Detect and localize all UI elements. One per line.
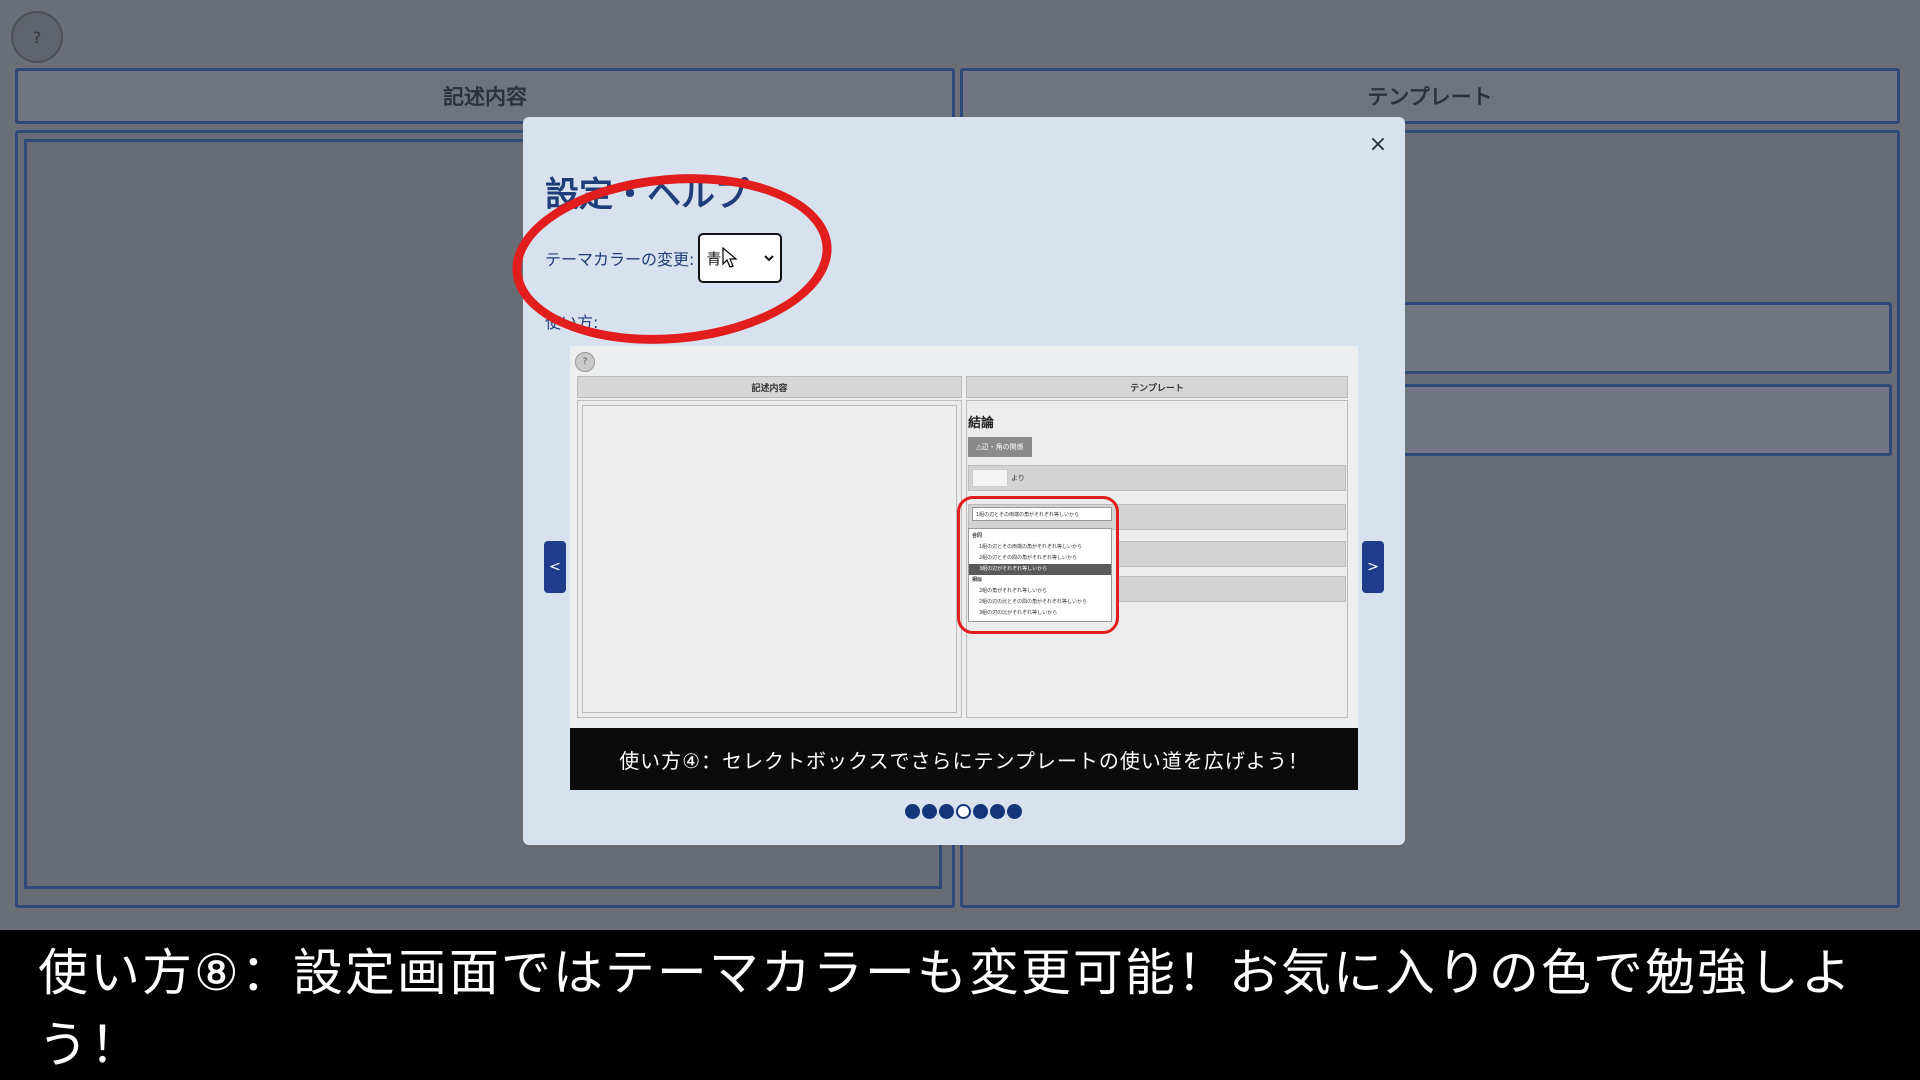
slide-tab-template: テンプレート [966, 376, 1348, 398]
template-field-1[interactable] [1400, 302, 1892, 374]
slide-tab-description: 記述内容 [577, 376, 962, 398]
mouse-cursor-icon [722, 247, 738, 268]
slide-highlight-rect [957, 496, 1119, 634]
slide-yori-text: より [1011, 474, 1025, 482]
slide-button: △辺・角の関係 [968, 437, 1032, 457]
slide-description-panel [577, 400, 962, 718]
template-field-2[interactable] [1400, 384, 1892, 456]
close-icon[interactable]: × [1363, 129, 1393, 159]
slide-dot[interactable] [990, 804, 1005, 819]
tab-template[interactable]: テンプレート [960, 68, 1900, 124]
prev-slide-button[interactable]: < [544, 541, 566, 593]
slide-dot[interactable] [956, 804, 971, 819]
slide-field [1116, 541, 1346, 567]
slide-dot[interactable] [1007, 804, 1022, 819]
slide-caption: 使い方④：セレクトボックスでさらにテンプレートの使い道を広げよう！ [570, 728, 1358, 790]
slide-dot[interactable] [922, 804, 937, 819]
slide-dot[interactable] [905, 804, 920, 819]
slide-input-box [972, 469, 1008, 487]
video-subtitle: 使い方⑧：設定画面ではテーマカラーも変更可能！お気に入りの色で勉強しよう！ [0, 930, 1920, 1080]
help-button[interactable]: ? [11, 11, 63, 63]
slide-field [1116, 576, 1346, 602]
slide-heading: 結論 [968, 416, 995, 431]
tab-description[interactable]: 記述内容 [15, 68, 955, 124]
slide-help-icon: ? [575, 352, 595, 372]
slide-dot[interactable] [973, 804, 988, 819]
slide-dot[interactable] [939, 804, 954, 819]
next-slide-button[interactable]: > [1362, 541, 1384, 593]
slide-dots [905, 804, 1022, 819]
